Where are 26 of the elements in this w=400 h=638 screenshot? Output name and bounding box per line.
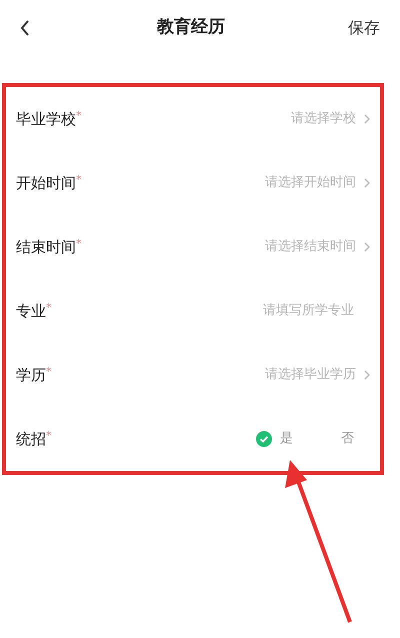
field-label: 开始时间 bbox=[16, 172, 76, 194]
select-field[interactable]: 请选择学校 bbox=[291, 109, 370, 129]
input-field[interactable]: 请填写所学专业 bbox=[214, 301, 354, 321]
required-mark: * bbox=[46, 364, 52, 380]
page-title: 教育经历 bbox=[157, 16, 225, 39]
radio-option[interactable]: 是 bbox=[256, 429, 293, 449]
chevron-icon bbox=[364, 178, 370, 188]
required-mark: * bbox=[76, 172, 82, 188]
save-button[interactable]: 保存 bbox=[348, 16, 380, 40]
field-label: 结束时间 bbox=[16, 236, 76, 258]
select-field[interactable]: 请选择开始时间 bbox=[265, 173, 370, 193]
field-label: 统招 bbox=[16, 428, 46, 450]
select-field[interactable]: 请选择毕业学历 bbox=[265, 365, 370, 385]
chevron-icon bbox=[364, 370, 370, 380]
chevron-icon bbox=[364, 114, 370, 124]
radio-option[interactable]: 否 bbox=[341, 429, 354, 449]
field-label: 专业 bbox=[16, 300, 46, 322]
required-mark: * bbox=[76, 108, 82, 124]
required-mark: * bbox=[76, 236, 82, 252]
check-circle-icon bbox=[256, 431, 272, 447]
select-field[interactable]: 请选择结束时间 bbox=[265, 237, 370, 257]
required-mark: * bbox=[46, 300, 52, 316]
chevron-icon bbox=[364, 242, 370, 252]
required-mark: * bbox=[46, 428, 52, 444]
field-label: 学历 bbox=[16, 364, 46, 386]
field-label: 毕业学校 bbox=[16, 108, 76, 130]
